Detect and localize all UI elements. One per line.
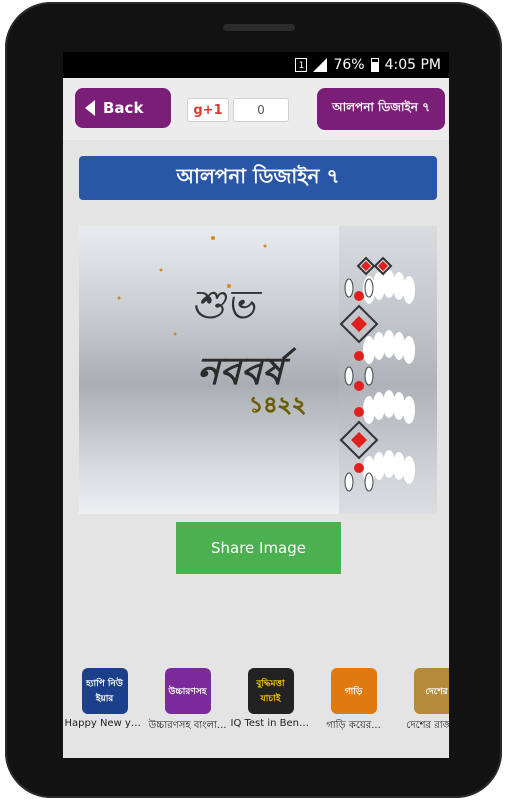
gplus-label: g+1 bbox=[193, 102, 223, 118]
back-label: Back bbox=[103, 99, 144, 117]
design-artwork: শুভ নববর্ষ ১৪২২ bbox=[117, 226, 437, 514]
phone-frame: 1 76% 4:05 PM Back g+1 0 আলপনা ডিজাইন ৭ … bbox=[5, 2, 502, 798]
app-tile-4[interactable]: গাড়ি গাড়ি কয়ের... bbox=[312, 662, 395, 758]
app-icon-3: বুদ্ধিমত্তা যাচাই bbox=[247, 668, 294, 714]
app-label-3: IQ Test in Bengali bbox=[230, 718, 311, 729]
app-ad-strip: হ্যাপি নিউ ইয়ার Happy New year... উচ্চা… bbox=[63, 662, 449, 758]
app-icon-text-3: বুদ্ধিমত্তা যাচাই bbox=[256, 679, 285, 704]
clock: 4:05 PM bbox=[384, 57, 441, 73]
alpona-design-image: শুভ নববর্ষ ১৪২২ bbox=[79, 226, 437, 514]
app-label-2: উচ্চারণসহ বাংলা... bbox=[148, 720, 227, 731]
gplus-button[interactable]: g+1 bbox=[187, 98, 229, 122]
app-label-4: গাড়ি কয়ের... bbox=[326, 720, 381, 731]
page-title: আলপনা ডিজাইন ৭ bbox=[79, 156, 437, 200]
app-icon-text-1: হ্যাপি নিউ ইয়ার bbox=[86, 679, 123, 704]
greeting-line-2: নববর্ষ bbox=[197, 347, 297, 393]
app-icon-5: দেশের bbox=[413, 668, 449, 714]
app-tile-1[interactable]: হ্যাপি নিউ ইয়ার Happy New year... bbox=[63, 662, 146, 758]
speaker-grille bbox=[223, 24, 295, 31]
alpona-border bbox=[339, 226, 437, 514]
screen: 1 76% 4:05 PM Back g+1 0 আলপনা ডিজাইন ৭ … bbox=[63, 52, 449, 758]
share-image-button[interactable]: Share Image bbox=[176, 522, 341, 574]
back-arrow-icon bbox=[85, 100, 95, 116]
share-label: Share Image bbox=[210, 539, 307, 557]
app-icon-text-2: উচ্চারণসহ bbox=[168, 686, 207, 697]
status-bar: 1 76% 4:05 PM bbox=[63, 52, 449, 78]
signal-icon bbox=[313, 58, 328, 72]
top-bar: Back g+1 0 আলপনা ডিজাইন ৭ bbox=[63, 78, 449, 140]
title-button-label: আলপনা ডিজাইন ৭ bbox=[332, 100, 430, 114]
app-tile-5[interactable]: দেশের দেশের রাজধ... bbox=[395, 662, 449, 758]
greeting-line-1: শুভ bbox=[191, 282, 262, 328]
sim-icon: 1 bbox=[295, 58, 308, 72]
back-button[interactable]: Back bbox=[75, 88, 171, 128]
app-icon-text-4: গাড়ি bbox=[344, 686, 363, 697]
app-icon-text-5: দেশের bbox=[425, 686, 448, 697]
app-icon-1: হ্যাপি নিউ ইয়ার bbox=[81, 668, 128, 714]
gplus-count: 0 bbox=[233, 98, 289, 122]
page-title-text: আলপনা ডিজাইন ৭ bbox=[176, 163, 340, 188]
app-label-5: দেশের রাজধ... bbox=[406, 720, 449, 731]
year-text: ১৪২২ bbox=[249, 393, 306, 418]
app-icon-4: গাড়ি bbox=[330, 668, 377, 714]
app-icon-2: উচ্চারণসহ bbox=[164, 668, 211, 714]
app-tile-3[interactable]: বুদ্ধিমত্তা যাচাই IQ Test in Bengali bbox=[229, 662, 312, 758]
title-button[interactable]: আলপনা ডিজাইন ৭ bbox=[317, 88, 445, 130]
app-tile-2[interactable]: উচ্চারণসহ উচ্চারণসহ বাংলা... bbox=[146, 662, 229, 758]
app-label-1: Happy New year... bbox=[64, 718, 145, 729]
battery-icon bbox=[370, 58, 379, 72]
battery-percent: 76% bbox=[333, 57, 365, 73]
